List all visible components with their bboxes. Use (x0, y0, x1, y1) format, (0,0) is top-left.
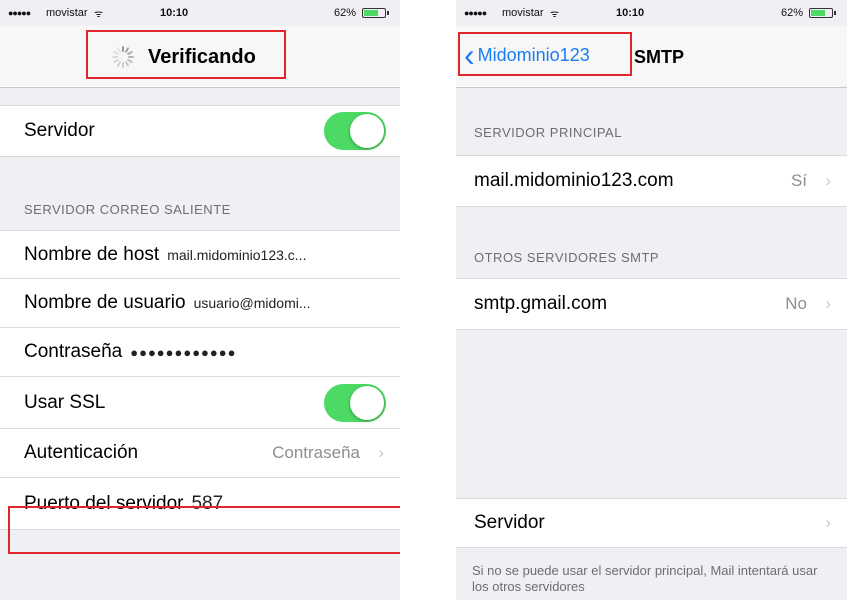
battery-icon (362, 8, 389, 18)
port-highlight-box (8, 506, 400, 554)
auth-label: Autenticación (24, 442, 139, 463)
password-field[interactable]: ●●●●●●●●●●●● (130, 345, 236, 360)
password-label: Contraseña (24, 341, 123, 362)
back-highlight-box (458, 32, 632, 76)
chevron-right-icon: › (825, 171, 831, 190)
clock: 10:10 (160, 7, 189, 19)
ssl-row: Usar SSL (0, 377, 400, 429)
left-phone-screen: ●●●●● movistar ᯤ 10:10 62% Verificando S… (0, 0, 400, 600)
primary-server-section-header: SERVIDOR PRINCIPAL (474, 125, 622, 140)
servidor-label: Servidor (474, 512, 545, 533)
host-label: Nombre de host (24, 243, 160, 265)
status-bar: ●●●●● movistar ᯤ 10:10 62% (456, 0, 847, 26)
auth-row[interactable]: Autenticación Contraseña › (0, 429, 400, 478)
carrier-label: movistar (502, 7, 544, 19)
ssl-toggle[interactable] (324, 383, 386, 422)
signal-icon: ●●●●● (464, 8, 487, 18)
chevron-right-icon: › (825, 513, 831, 532)
other-server-name: smtp.gmail.com (474, 293, 608, 314)
wifi-icon: ᯤ (550, 9, 560, 20)
host-field[interactable]: mail.midominio123.c... (167, 247, 306, 263)
chevron-right-icon: › (378, 443, 384, 462)
clock: 10:10 (616, 7, 645, 19)
battery-percent: 62% (333, 7, 356, 19)
status-bar: ●●●●● movistar ᯤ 10:10 62% (0, 0, 400, 26)
battery-icon (809, 8, 836, 18)
outgoing-server-section-header: SERVIDOR CORREO SALIENTE (24, 202, 231, 217)
carrier-label: movistar (46, 7, 88, 19)
password-row[interactable]: Contraseña ●●●●●●●●●●●● (0, 328, 400, 377)
title-highlight-box (86, 30, 286, 79)
chevron-right-icon: › (825, 294, 831, 313)
primary-server-name: mail.midominio123.com (474, 170, 674, 191)
auth-value: Contraseña (272, 443, 360, 462)
other-server-status: No (785, 294, 807, 313)
servidor-label: Servidor (24, 120, 95, 141)
signal-icon: ●●●●● (8, 8, 31, 18)
primary-server-row[interactable]: mail.midominio123.com Sí › (456, 155, 847, 207)
host-row[interactable]: Nombre de host mail.midominio123.c... (0, 230, 400, 279)
username-row[interactable]: Nombre de usuario usuario@midomi... (0, 279, 400, 328)
other-server-row[interactable]: smtp.gmail.com No › (456, 278, 847, 330)
battery-percent: 62% (780, 7, 803, 19)
footer-note: Si no se puede usar el servidor principa… (472, 563, 818, 594)
servidor-row[interactable]: Servidor › (456, 498, 847, 548)
right-phone-screen: ●●●●● movistar ᯤ 10:10 62% ‹ Midominio12… (456, 0, 847, 600)
servidor-row: Servidor (0, 105, 400, 157)
ssl-label: Usar SSL (24, 391, 106, 413)
other-servers-section-header: OTROS SERVIDORES SMTP (474, 250, 660, 265)
primary-server-status: Sí (790, 171, 807, 190)
username-field[interactable]: usuario@midomi... (194, 295, 311, 311)
servidor-toggle[interactable] (324, 112, 386, 150)
wifi-icon: ᯤ (94, 9, 104, 20)
page-title: SMTP (634, 47, 685, 67)
username-label: Nombre de usuario (24, 292, 186, 313)
